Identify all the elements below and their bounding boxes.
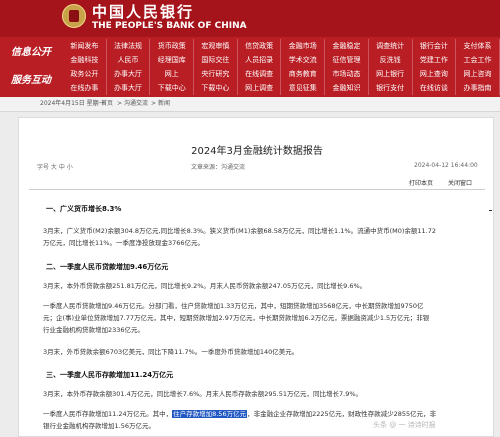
nav-item[interactable]: 反洗钱 [369,53,413,67]
nav-item[interactable]: 支付体系 [456,39,500,53]
selected-text[interactable]: 住户存款增加8.56万亿元 [172,410,248,418]
nav-item[interactable]: 办事大厅 [107,67,151,81]
breadcrumb-page[interactable]: 新闻 [158,97,170,111]
nav-item[interactable]: 法律法规 [107,39,151,53]
article-source: 文章来源：沟通交流 [191,164,246,171]
section-heading-2: 二、一季度人民币贷款增加9.46万亿元 [46,263,169,271]
nav-item[interactable]: 网上查询 [413,67,457,81]
nav-item[interactable]: 下载中心 [150,81,195,95]
nav-item[interactable]: 办事指南 [456,81,500,95]
nav-item[interactable]: 工会工作 [456,53,500,67]
nav-item[interactable]: 网上调查 [238,81,282,95]
breadcrumb-section[interactable]: 沟通交流 [124,97,148,111]
nav-item[interactable]: 网上 [150,67,195,81]
nav-item[interactable]: 经理国库 [150,53,195,67]
nav-grid: 新闻发布 法律法规 货币政策 宏观审慎 信贷政策 金融市场 金融稳定 调查统计 银行会计 支付体系… [63,39,500,95]
nav-label-service: 服务互动 [11,75,51,86]
breadcrumb: 2024年4月15日 星期一 | 首页 > 沟通交流 > 新闻 [0,97,500,112]
nav-item[interactable]: 人民币 [107,53,151,67]
nav-item[interactable]: 央行研究 [194,67,238,81]
pboc-emblem-icon[interactable] [62,4,86,28]
paragraph: 一季度人民币贷款增加9.46万亿元。分部门看，住户贷款增加1.33万亿元，其中，… [43,302,424,310]
nav-item[interactable]: 金融市场 [281,39,326,53]
print-button[interactable]: 打印本页 [409,178,433,187]
font-size-selector[interactable]: 字号 大 中 小 [37,162,73,171]
close-window-button[interactable]: 关闭窗口 [448,178,472,187]
nav-item[interactable]: 在线办事 [63,81,107,95]
paragraph: 元；企(事)业单位贷款增加7.77万亿元，其中，短期贷款增加2.97万亿元，中长… [43,314,430,322]
site-header: 中国人民银行 THE PEOPLE'S BANK OF CHINA [0,0,500,37]
nav-item[interactable]: 人员招录 [238,53,282,67]
article-published: 2024-04-12 16:44:00 [414,162,478,169]
scroll-indicator[interactable] [489,210,492,211]
article-title: 2024年3月金融统计数据报告 [191,146,323,157]
paragraph: 3月末，外币贷款余额6703亿美元，同比下降11.7%。一季度外币贷款增加140… [43,348,299,356]
nav-item[interactable]: 银行会计 [413,39,457,53]
paragraph-text: ，非金融企业存款增加2225亿元，财政性存款减少2855亿元，非 [247,410,437,418]
nav-item[interactable]: 学术交流 [281,53,326,67]
nav-item[interactable]: 金融稳定 [325,39,369,53]
breadcrumb-arrow-1: > [117,100,123,107]
article-card: 2024年3月金融统计数据报告 字号 大 中 小 文章来源：沟通交流 2024-… [18,117,494,437]
paragraph: 3月末，本外币贷款余额251.81万亿元，同比增长9.2%。月末人民币贷款余额2… [43,282,367,290]
nav-item[interactable]: 网上银行 [369,67,413,81]
breadcrumb-arrow-2: > [151,100,157,107]
paragraph: 3月末，本外币存款余额301.4万亿元，同比增长7.6%。月末人民币存款余额29… [43,390,363,398]
nav-item[interactable]: 金融知识 [325,81,369,95]
nav-item[interactable]: 宏观审慎 [194,39,238,53]
nav-item[interactable]: 信贷政策 [238,39,282,53]
main-nav: 信息公开 服务互动 新闻发布 法律法规 货币政策 宏观审慎 信贷政策 金融市场 金融稳定 调查… [0,37,500,97]
nav-item[interactable]: 下载中心 [194,81,238,95]
nav-item[interactable]: 办事大厅 [107,81,151,95]
nav-item[interactable]: 商务教育 [281,67,326,81]
nav-item[interactable]: 调查统计 [369,39,413,53]
nav-item[interactable]: 政务公开 [63,67,107,81]
paragraph: 3月末，广义货币(M2)余额304.8万亿元,同比增长8.3%。狭义货币(M1)… [43,227,436,235]
breadcrumb-sep: | [94,100,97,107]
watermark: 头条 @ 一 诗诗时报 [373,421,436,429]
nav-item[interactable]: 金融科技 [63,53,107,67]
paragraph-text: 一季度人民币存款增加11.24万亿元。其中， [43,410,173,418]
paragraph: 行业金融机构贷款增加2336亿元。 [43,326,145,334]
nav-item[interactable]: 货币政策 [150,39,195,53]
paragraph: 万亿元，同比增长11%。一季度净投放现金3766亿元。 [43,239,204,247]
section-heading-3: 三、一季度人民币存款增加11.24万亿元 [46,371,174,379]
nav-item[interactable]: 意见征集 [281,81,326,95]
nav-item[interactable]: 银行支付 [369,81,413,95]
nav-item[interactable]: 征信管理 [325,53,369,67]
bank-name-cn[interactable]: 中国人民银行 [92,1,194,22]
nav-item[interactable]: 新闻发布 [63,39,107,53]
nav-item[interactable]: 国际交往 [194,53,238,67]
nav-item[interactable]: 市场动态 [325,67,369,81]
nav-item[interactable]: 党建工作 [413,53,457,67]
section-heading-1: 一、广义货币增长8.3% [46,205,122,213]
bank-name-en: THE PEOPLE'S BANK OF CHINA [92,21,247,31]
paragraph: 一季度人民币存款增加11.24万亿元。其中，住户存款增加8.56万亿元，非金融企… [43,409,481,420]
divider [29,189,485,190]
nav-item[interactable]: 网上咨询 [456,67,500,81]
nav-item[interactable]: 在线访谈 [413,81,457,95]
nav-label-info: 信息公开 [11,47,51,58]
nav-item[interactable]: 在线调查 [238,67,282,81]
breadcrumb-home[interactable]: 首页 [101,97,113,111]
